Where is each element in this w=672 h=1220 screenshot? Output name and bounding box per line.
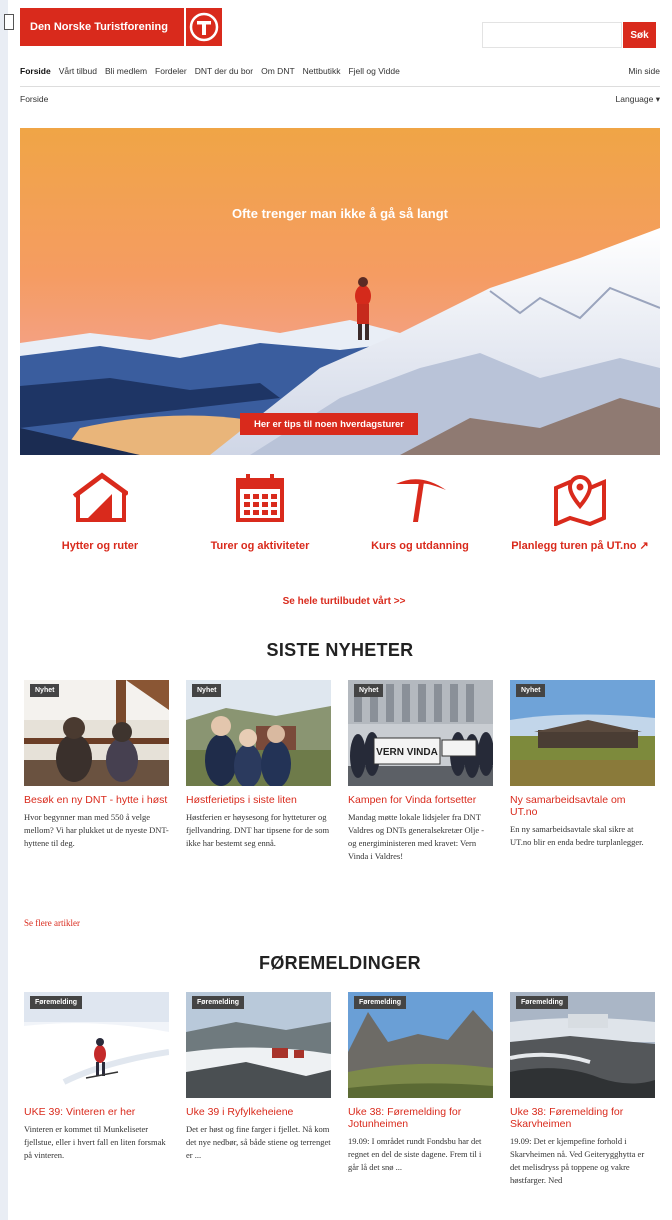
news-card[interactable]: Nyhet Besøk en ny DNT - hytte i høst Hvo…: [24, 680, 169, 850]
feature-label: Kurs og utdanning: [371, 540, 469, 552]
nav-item-fjell-og-vidde[interactable]: Fjell og Vidde: [348, 66, 399, 82]
ice-axe-icon: [396, 479, 446, 522]
news-card[interactable]: Nyhet Ny samarbeidsavtale om UT.no En ny…: [510, 680, 655, 849]
feature-plan-trip[interactable]: Planlegg turen på UT.no ↗: [500, 470, 660, 553]
report-image: Føremelding: [24, 992, 169, 1098]
news-image: Nyhet: [186, 680, 331, 786]
feature-links: Hytter og ruter Turer og aktiviteter Kur…: [20, 470, 660, 590]
nav-item-fordeler[interactable]: Fordeler: [155, 66, 187, 82]
protest-banner-text: VERN VINDA: [376, 747, 438, 758]
report-title[interactable]: Uke 38: Føremelding for Jotunheimen: [348, 1106, 493, 1130]
news-excerpt: Hvor begynner man med 550 å velge mellom…: [24, 812, 169, 848]
nav-divider: [20, 86, 660, 87]
report-image: Føremelding: [186, 992, 331, 1098]
report-badge: Føremelding: [192, 996, 245, 1009]
news-badge: Nyhet: [192, 684, 222, 697]
dnt-logo[interactable]: Den Norske Turistforening: [20, 8, 222, 46]
main-navigation: Forside Vårt tilbud Bli medlem Fordeler …: [20, 66, 660, 82]
news-title[interactable]: Besøk en ny DNT - hytte i høst: [24, 794, 169, 806]
my-page-link[interactable]: Min side: [628, 66, 660, 76]
report-card[interactable]: Føremelding UKE 39: Vinteren er her Vint…: [24, 992, 169, 1162]
all-offers-link[interactable]: Se hele turtilbudet vårt >>: [8, 596, 672, 607]
nav-item-forside[interactable]: Forside: [20, 66, 51, 82]
news-image: VERN VINDA Nyhet: [348, 680, 493, 786]
news-excerpt: Mandag møtte lokale lidsjeler fra DNT Va…: [348, 812, 485, 861]
dnt-emblem-icon: [186, 8, 222, 46]
news-title[interactable]: Ny samarbeidsavtale om UT.no: [510, 794, 655, 818]
hero-title: Ofte trenger man ikke å gå så langt: [231, 206, 449, 221]
news-image: Nyhet: [24, 680, 169, 786]
feature-label: Turer og aktiviteter: [210, 540, 310, 552]
news-badge: Nyhet: [30, 684, 60, 697]
news-badge: Nyhet: [354, 684, 384, 697]
news-section-title: SISTE NYHETER: [266, 640, 414, 660]
report-excerpt: Det er høst og fine farger i fjellet. Nå…: [186, 1124, 331, 1160]
news-title[interactable]: Høstferietips i siste liten: [186, 794, 331, 806]
page: Den Norske Turistforening Søk Forside Vå…: [8, 0, 672, 1220]
report-badge: Føremelding: [516, 996, 569, 1009]
report-title[interactable]: UKE 39: Vinteren er her: [24, 1106, 169, 1118]
report-card[interactable]: Føremelding Uke 38: Føremelding for Jotu…: [348, 992, 493, 1174]
report-excerpt: 19.09: I området rundt Fondsbu har det r…: [348, 1136, 482, 1172]
feature-label: Hytter og ruter: [61, 540, 139, 552]
logo-text: Den Norske Turistforening: [20, 8, 184, 46]
nav-item-dnt-der-du-bor[interactable]: DNT der du bor: [195, 66, 253, 82]
report-badge: Føremelding: [30, 996, 83, 1009]
feature-label: Planlegg turen på UT.no ↗: [511, 540, 649, 552]
search-input[interactable]: [482, 22, 622, 48]
news-excerpt: Høstferien er høysesong for hytteturer o…: [186, 812, 330, 848]
report-image: Føremelding: [510, 992, 655, 1098]
news-excerpt: En ny samarbeidsavtale skal sikre at UT.…: [510, 824, 644, 847]
report-image: Føremelding: [348, 992, 493, 1098]
news-card[interactable]: VERN VINDA Nyhet Kampen for Vinda fortse…: [348, 680, 493, 863]
feature-cabins-routes[interactable]: Hytter og ruter: [20, 470, 180, 553]
news-image: Nyhet: [510, 680, 655, 786]
nav-item-vart-tilbud[interactable]: Vårt tilbud: [59, 66, 97, 82]
news-card[interactable]: Nyhet Høstferietips i siste liten Høstfe…: [186, 680, 331, 850]
report-title[interactable]: Uke 39 i Ryfylkeheiene: [186, 1106, 331, 1118]
cabin-icon: [72, 472, 128, 522]
nav-item-bli-medlem[interactable]: Bli medlem: [105, 66, 147, 82]
hero-banner: Ofte trenger man ikke å gå så langt Her …: [20, 128, 660, 455]
nav-item-nettbutikk[interactable]: Nettbutikk: [303, 66, 341, 82]
feature-courses[interactable]: Kurs og utdanning: [340, 470, 500, 553]
hero-image: [20, 128, 660, 455]
report-card[interactable]: Føremelding Uke 38: Føremelding for Skar…: [510, 992, 655, 1187]
feature-trips-activities[interactable]: Turer og aktiviteter: [180, 470, 340, 553]
language-selector[interactable]: Language ▾: [616, 94, 660, 105]
nav-item-om-dnt[interactable]: Om DNT: [261, 66, 295, 82]
hero-cta-button[interactable]: Her er tips til noen hverdagsturer: [240, 413, 418, 435]
calendar-icon: [236, 474, 284, 522]
breadcrumb[interactable]: Forside: [20, 94, 48, 104]
search-button[interactable]: Søk: [623, 22, 656, 48]
news-title[interactable]: Kampen for Vinda fortsetter: [348, 794, 493, 806]
corner-marker: [4, 14, 14, 30]
reports-section-title: FØREMELDINGER: [259, 953, 421, 973]
report-card[interactable]: Føremelding Uke 39 i Ryfylkeheiene Det e…: [186, 992, 331, 1162]
map-pin-icon: [554, 475, 606, 526]
report-badge: Føremelding: [354, 996, 407, 1009]
news-badge: Nyhet: [516, 684, 546, 697]
report-excerpt: Vinteren er kommet til Munkeliseter fjel…: [24, 1124, 166, 1160]
report-title[interactable]: Uke 38: Føremelding for Skarvheimen: [510, 1106, 655, 1130]
report-excerpt: 19.09: Det er kjempefine forhold i Skarv…: [510, 1136, 645, 1185]
more-articles-link[interactable]: Se flere artikler: [24, 918, 80, 928]
